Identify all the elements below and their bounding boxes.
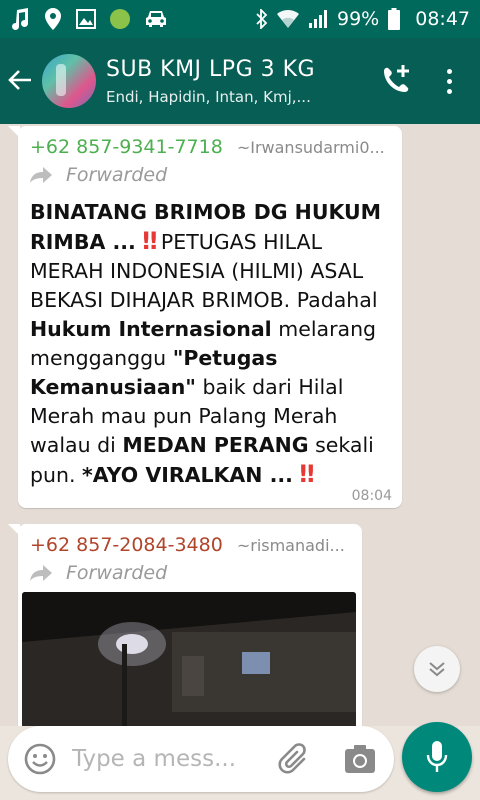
forward-arrow-icon bbox=[30, 167, 52, 183]
wifi-icon bbox=[277, 9, 299, 28]
battery-icon bbox=[388, 8, 401, 30]
message-bubble[interactable]: +62 857-9341-7718 ~Irwansudarmi0... Forw… bbox=[8, 126, 402, 508]
chat-area[interactable]: +62 857-9341-7718 ~Irwansudarmi0... Forw… bbox=[0, 124, 480, 726]
image-icon bbox=[76, 9, 96, 29]
group-name: SUB KMJ LPG 3 KG bbox=[106, 56, 316, 82]
paperclip-icon[interactable] bbox=[278, 742, 312, 776]
green-dot-icon bbox=[110, 9, 130, 29]
battery-percent: 99% bbox=[337, 8, 380, 30]
signal-icon bbox=[309, 10, 327, 28]
microphone-button[interactable] bbox=[402, 722, 472, 792]
music-note-icon bbox=[12, 8, 29, 30]
message-time: 08:04 bbox=[351, 488, 392, 504]
add-call-icon bbox=[384, 65, 409, 92]
sender-phone[interactable]: +62 857-2084-3480 bbox=[30, 534, 223, 556]
camera-icon[interactable] bbox=[344, 743, 376, 775]
video-thumbnail[interactable] bbox=[22, 592, 356, 726]
more-options-icon[interactable] bbox=[436, 61, 462, 101]
sender-phone[interactable]: +62 857-9341-7718 bbox=[30, 136, 223, 158]
video-frame bbox=[22, 592, 356, 726]
scroll-to-bottom-button[interactable] bbox=[414, 646, 460, 692]
bluetooth-icon bbox=[256, 9, 268, 29]
add-call-button[interactable] bbox=[376, 61, 416, 101]
chevron-down-icon bbox=[429, 662, 445, 677]
forward-arrow-icon bbox=[30, 565, 52, 581]
sender-alias: ~rismanadi... bbox=[236, 536, 345, 555]
forwarded-label: Forwarded bbox=[30, 164, 167, 186]
microphone-icon bbox=[426, 741, 448, 772]
message-input[interactable] bbox=[72, 746, 250, 772]
group-avatar[interactable] bbox=[42, 54, 96, 108]
status-bar: 99% 08:47 bbox=[0, 0, 480, 38]
chat-header: SUB KMJ LPG 3 KG Endi, Hapidin, Intan, K… bbox=[0, 38, 480, 124]
forwarded-label: Forwarded bbox=[30, 562, 167, 584]
group-info[interactable]: SUB KMJ LPG 3 KG Endi, Hapidin, Intan, K… bbox=[106, 57, 376, 106]
car-icon bbox=[146, 11, 166, 27]
back-arrow-icon bbox=[8, 69, 31, 90]
group-members: Endi, Hapidin, Intan, Kmj,... bbox=[106, 87, 311, 106]
message-composer bbox=[8, 726, 394, 792]
sender-alias: ~Irwansudarmi0... bbox=[236, 138, 385, 157]
back-button[interactable] bbox=[0, 64, 40, 99]
message-text: BINATANG BRIMOB DG HUKUM RIMBA ... ‼ PET… bbox=[30, 200, 382, 488]
location-pin-icon bbox=[45, 8, 61, 30]
clock: 08:47 bbox=[415, 8, 470, 30]
message-bubble[interactable]: +62 857-2084-3480 ~rismanadi... Forwarde… bbox=[8, 524, 362, 726]
emoji-icon[interactable] bbox=[24, 743, 56, 775]
